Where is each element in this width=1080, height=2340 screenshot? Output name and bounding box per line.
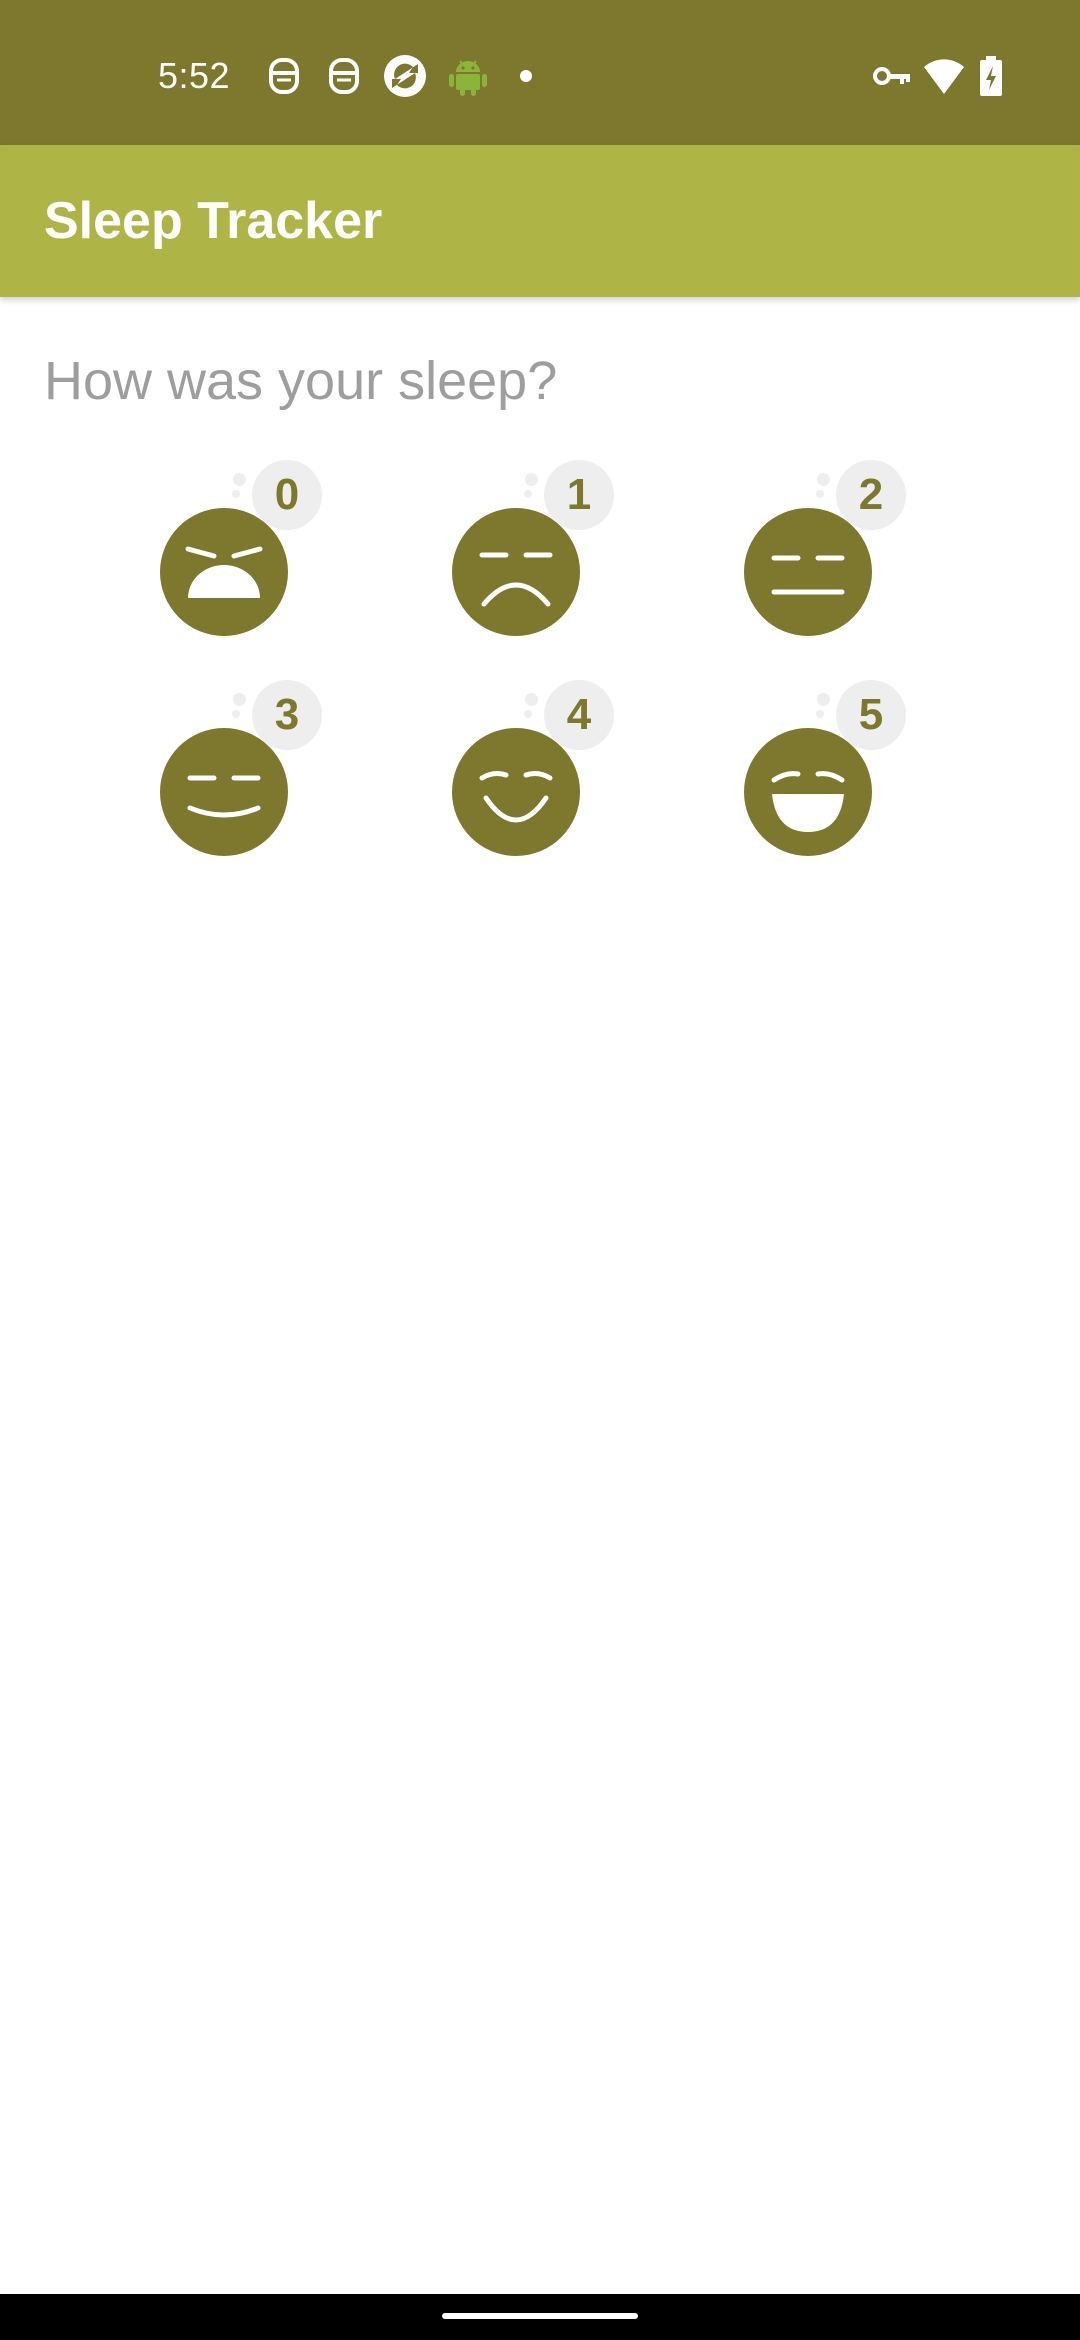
sad-face-icon: [452, 508, 580, 636]
system-navigation-bar: [0, 2294, 1080, 2340]
neutral-face-icon: [744, 508, 872, 636]
laughing-face-icon: [744, 728, 872, 856]
slight-smile-face-icon: [160, 728, 288, 856]
sleep-rating-2-button[interactable]: 2: [724, 460, 924, 660]
sleep-rating-1-button[interactable]: 1: [432, 460, 632, 660]
sleep-rating-3-button[interactable]: 3: [140, 680, 340, 880]
sleep-rating-4-button[interactable]: 4: [432, 680, 632, 880]
home-gesture-handle[interactable]: [442, 2313, 638, 2319]
sleep-rating-grid: 0 1 2 3 4 5: [0, 0, 1080, 2340]
smile-face-icon: [452, 728, 580, 856]
sleep-rating-5-button[interactable]: 5: [724, 680, 924, 880]
very-bad-face-icon: [160, 508, 288, 636]
sleep-rating-0-button[interactable]: 0: [140, 460, 340, 660]
sleep-quality-screen: 5:52 Sleep Tracker How was your sleep? 0…: [0, 0, 1080, 2340]
